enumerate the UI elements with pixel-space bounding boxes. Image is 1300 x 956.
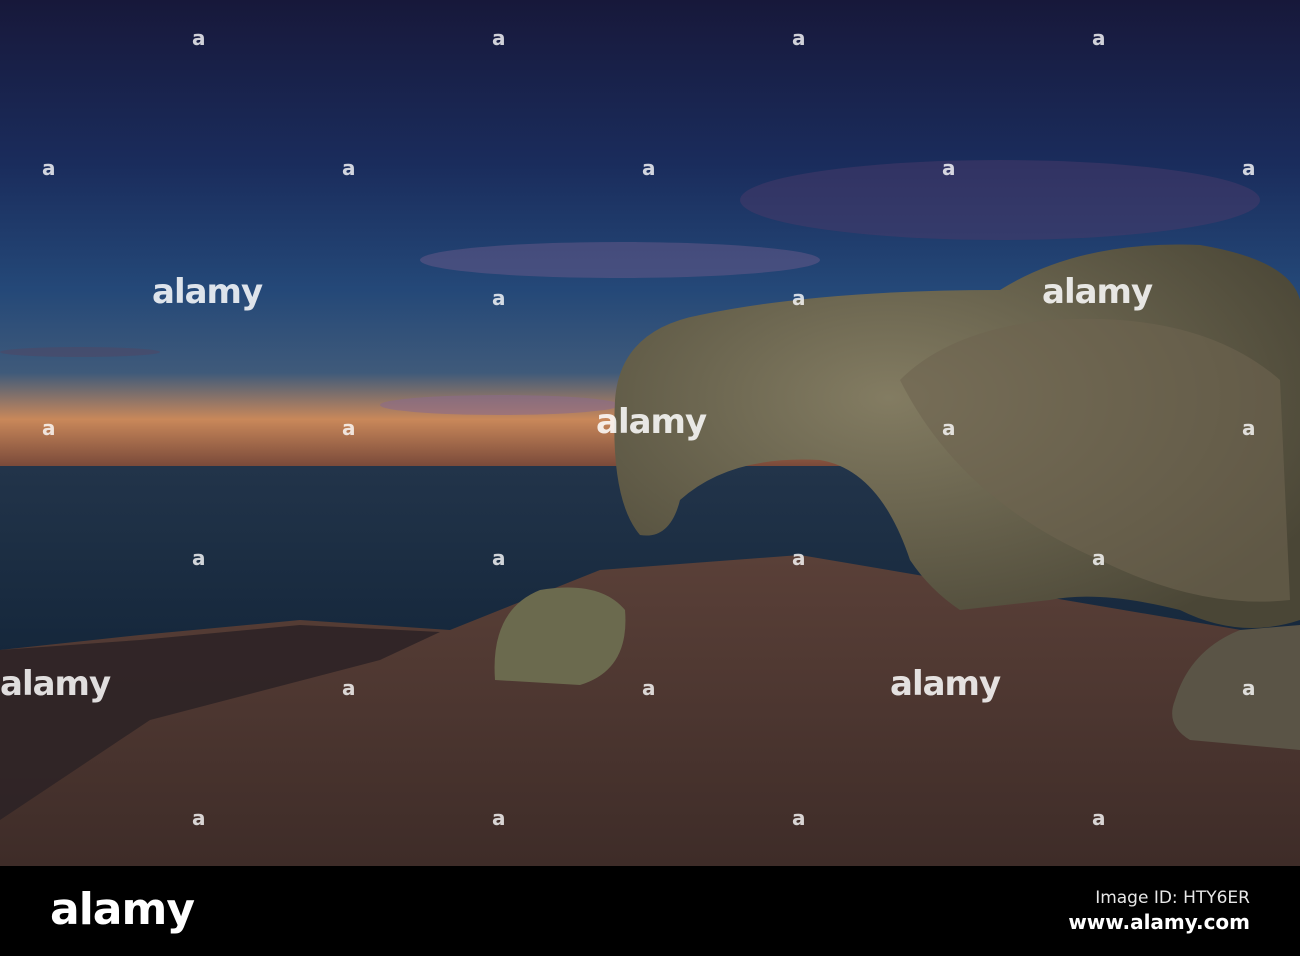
watermark-mark: a — [942, 156, 956, 180]
watermark: alamy — [152, 272, 263, 312]
watermark-mark: a — [42, 156, 56, 180]
watermark: alamy — [890, 664, 1001, 704]
watermark-mark: a — [942, 416, 956, 440]
footer-bar: alamy Image ID: HTY6ER www.alamy.com — [0, 866, 1300, 956]
watermark-mark: a — [192, 806, 206, 830]
watermark-mark: a — [1242, 156, 1256, 180]
alamy-logo: alamy — [50, 884, 195, 935]
watermark-mark: a — [792, 546, 806, 570]
watermark-mark: a — [492, 806, 506, 830]
watermark-mark: a — [492, 546, 506, 570]
watermark-mark: a — [1092, 806, 1106, 830]
watermark-mark: a — [792, 286, 806, 310]
watermark-mark: a — [192, 26, 206, 50]
watermark-mark: a — [1242, 676, 1256, 700]
watermark-mark: a — [1092, 546, 1106, 570]
watermark-mark: a — [342, 416, 356, 440]
image-id: Image ID: HTY6ER — [1095, 888, 1250, 908]
watermark-mark: a — [642, 676, 656, 700]
site-url: www.alamy.com — [1068, 910, 1250, 934]
watermark-mark: a — [792, 806, 806, 830]
watermark-mark: a — [342, 676, 356, 700]
watermark: alamy — [596, 402, 707, 442]
stock-photo: alamy alamy alamy alamy alamy a a a a a … — [0, 0, 1300, 956]
watermark: alamy — [1042, 272, 1153, 312]
watermark-mark: a — [192, 546, 206, 570]
watermark-mark: a — [342, 156, 356, 180]
watermark-mark: a — [42, 416, 56, 440]
watermark: alamy — [0, 664, 111, 704]
watermark-mark: a — [492, 286, 506, 310]
watermark-mark: a — [1242, 416, 1256, 440]
watermark-mark: a — [1092, 26, 1106, 50]
watermark-mark: a — [492, 26, 506, 50]
watermark-mark: a — [792, 26, 806, 50]
watermark-mark: a — [642, 156, 656, 180]
